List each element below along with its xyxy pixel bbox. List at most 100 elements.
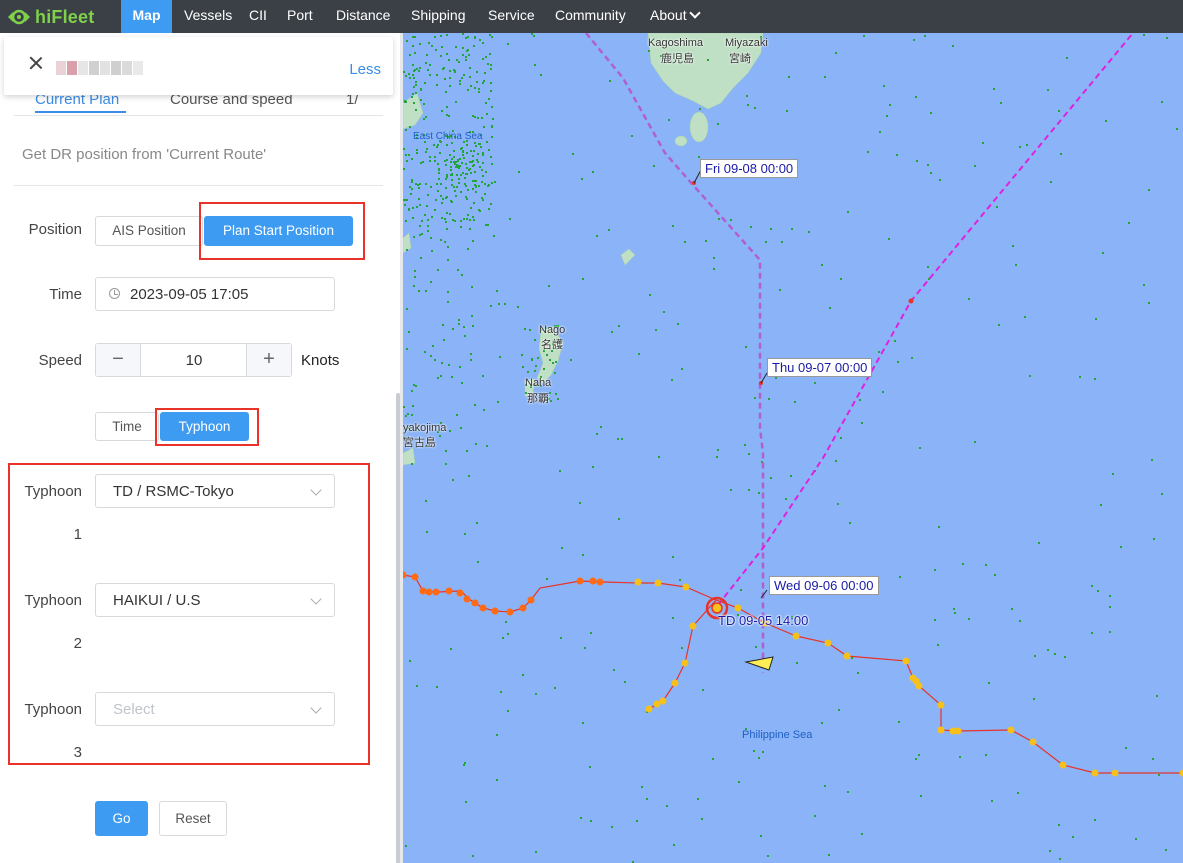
speed-value[interactable]: 10 [140, 352, 248, 369]
track-point[interactable] [1091, 769, 1099, 777]
track-point[interactable] [576, 577, 584, 585]
map-label-miyakojima: yakojima [403, 422, 447, 434]
typhoon-forecast-track [717, 33, 1134, 606]
track-point[interactable] [843, 652, 851, 660]
logo-icon [8, 9, 30, 25]
track-point[interactable] [506, 608, 514, 616]
nav-cii[interactable]: CII [249, 0, 267, 33]
track-point[interactable] [432, 588, 440, 596]
track-point[interactable] [463, 595, 471, 603]
go-button[interactable]: Go [95, 801, 148, 836]
track-point[interactable] [937, 701, 945, 709]
track-point[interactable] [689, 622, 697, 630]
track-point[interactable] [653, 700, 661, 708]
map-label-east-china-sea: East China Sea [413, 131, 483, 142]
nav-port[interactable]: Port [287, 0, 313, 33]
track-point[interactable] [645, 705, 653, 713]
speed-increment-button[interactable]: + [246, 344, 291, 376]
track-point[interactable] [937, 726, 945, 734]
speed-stepper[interactable]: − 10 + [95, 343, 292, 377]
forecast-point [908, 298, 914, 304]
route-time-tag-thu: Thu 09-07 00:00 [767, 358, 873, 377]
nav-distance[interactable]: Distance [336, 0, 390, 33]
track-point[interactable] [471, 599, 479, 607]
track-point[interactable] [479, 604, 487, 612]
typhoon2-number: 2 [73, 635, 82, 652]
divider [14, 115, 383, 116]
typhoon2-select[interactable]: HAIKUI / U.S [95, 583, 335, 617]
chevron-down-icon [310, 484, 322, 496]
track-point[interactable] [596, 578, 604, 586]
track-point[interactable] [654, 579, 662, 587]
ais-position-button[interactable]: AIS Position [95, 216, 203, 246]
map-label-naha-jp: 那覇 [527, 393, 549, 405]
map-label-miyazaki-jp: 宮崎 [729, 53, 751, 65]
vessel-icon[interactable] [744, 656, 774, 671]
map-label-kagoshima-jp: 鹿児島 [661, 53, 694, 65]
track-point[interactable] [681, 659, 689, 667]
map-label-nago: Nago [539, 324, 566, 336]
divider [14, 185, 383, 186]
track-point[interactable] [1059, 761, 1067, 769]
map-label-naha: Naha [525, 377, 552, 389]
typhoon3-select[interactable]: Select [95, 692, 335, 726]
track-point[interactable] [682, 583, 690, 591]
track-point[interactable] [519, 604, 527, 612]
nav-shipping[interactable]: Shipping [411, 0, 466, 33]
nav-about[interactable]: About [650, 0, 701, 33]
track-point[interactable] [659, 697, 667, 705]
nav-map[interactable]: Map [121, 0, 172, 33]
track-point[interactable] [589, 577, 597, 585]
time-label: Time [49, 286, 82, 303]
track-point[interactable] [954, 727, 962, 735]
highlight-box [155, 408, 259, 446]
track-point[interactable] [527, 596, 535, 604]
land [403, 33, 764, 466]
hifleet-logo[interactable]: hiFleet [6, 4, 94, 30]
track-point[interactable] [425, 588, 433, 596]
typhoon2-value: HAIKUI / U.S [113, 592, 201, 609]
less-link[interactable]: Less [349, 61, 381, 78]
map-label-miyazaki: Miyazaki [725, 37, 768, 49]
track-point[interactable] [419, 587, 427, 595]
track-point[interactable] [456, 589, 464, 597]
track-point[interactable] [734, 604, 742, 612]
nav-community[interactable]: Community [555, 0, 626, 33]
track-point[interactable] [792, 632, 800, 640]
track-point[interactable] [1029, 738, 1037, 746]
typhoon1-label: Typhoon [24, 483, 82, 500]
typhoon1-number: 1 [73, 526, 82, 543]
reset-button[interactable]: Reset [159, 801, 227, 836]
dr-instruction: Get DR position from 'Current Route' [22, 146, 267, 163]
speed-decrement-button[interactable]: − [96, 344, 141, 376]
track-point[interactable] [1111, 769, 1119, 777]
track-point[interactable] [671, 679, 679, 687]
track-point[interactable] [1007, 726, 1015, 734]
time-picker[interactable]: 2023-09-05 17:05 [95, 277, 335, 311]
track-point[interactable] [411, 573, 419, 581]
close-icon[interactable] [28, 55, 44, 71]
tab-underline [35, 111, 126, 113]
nav-service[interactable]: Service [488, 0, 535, 33]
track-point[interactable] [824, 639, 832, 647]
dr-panel: Current Plan Course and speed 1/ Less Ge… [0, 33, 400, 863]
track-point[interactable] [445, 587, 453, 595]
track-point[interactable] [915, 682, 923, 690]
track-point[interactable] [634, 578, 642, 586]
track-point[interactable] [902, 657, 910, 665]
mode-time-button[interactable]: Time [95, 412, 159, 441]
map-view[interactable]: Kagoshima 鹿児島 Miyazaki 宮崎 East China Sea… [403, 33, 1183, 863]
typhoon-track-dots [403, 571, 1183, 777]
track-point[interactable] [491, 607, 499, 615]
route-time-tag-wed: Wed 09-06 00:00 [769, 576, 879, 595]
typhoon-history-track [403, 574, 1183, 774]
planned-route [585, 33, 765, 673]
track-point[interactable] [403, 571, 407, 579]
typhoon1-value: TD / RSMC-Tokyo [113, 483, 234, 500]
map-label-kagoshima: Kagoshima [648, 37, 704, 49]
chevron-down-icon [310, 702, 322, 714]
typhoon1-select[interactable]: TD / RSMC-Tokyo [95, 474, 335, 508]
nav-vessels[interactable]: Vessels [184, 0, 232, 33]
map-label-philippine-sea: Philippine Sea [742, 729, 813, 741]
track-point[interactable] [1179, 769, 1183, 777]
